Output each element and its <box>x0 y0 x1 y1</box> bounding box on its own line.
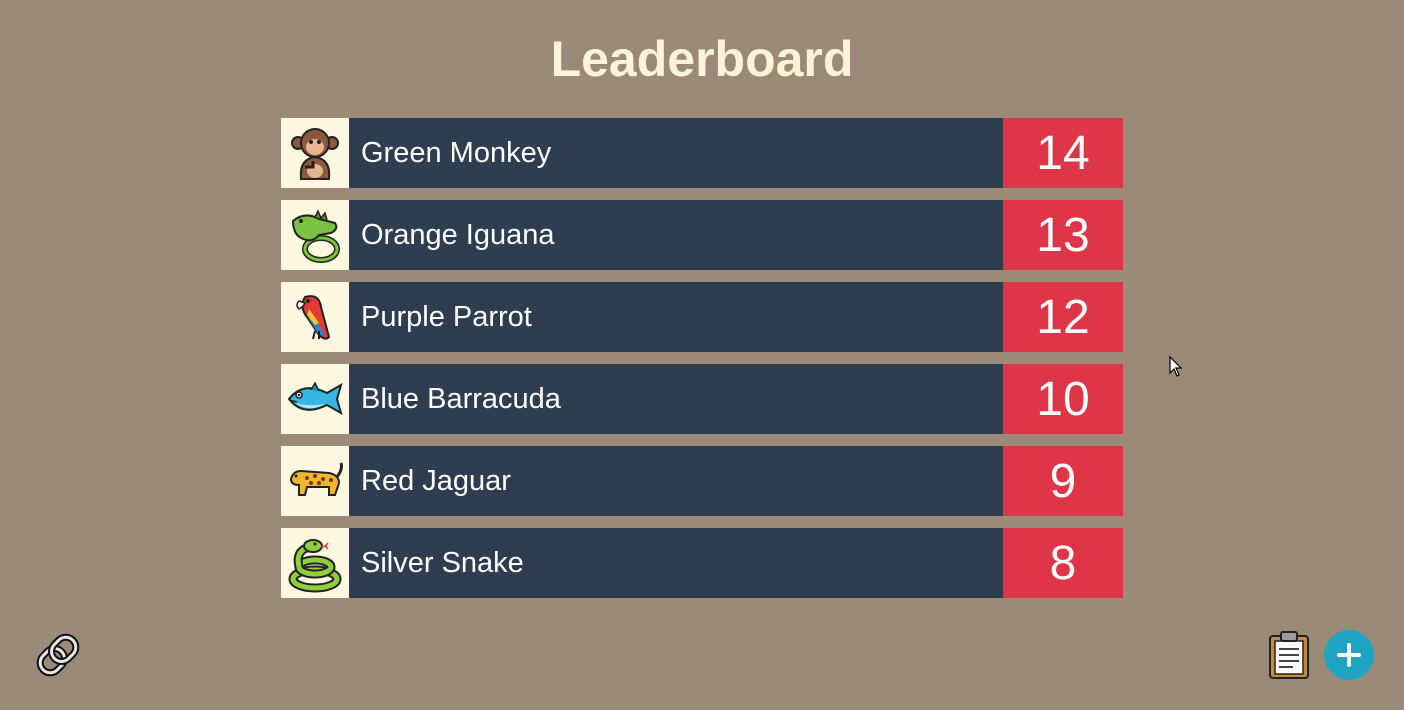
barracuda-icon <box>281 364 349 434</box>
leaderboard-row: Silver Snake 8 <box>281 528 1123 598</box>
link-icon[interactable] <box>33 630 83 680</box>
player-score: 9 <box>1003 446 1123 516</box>
player-name: Red Jaguar <box>361 464 511 497</box>
monkey-icon <box>281 118 349 188</box>
leaderboard-row: Orange Iguana 13 <box>281 200 1123 270</box>
player-name: Purple Parrot <box>361 300 532 333</box>
player-score: 14 <box>1003 118 1123 188</box>
clipboard-icon[interactable] <box>1266 630 1312 680</box>
player-score: 10 <box>1003 364 1123 434</box>
leaderboard-row: Purple Parrot 12 <box>281 282 1123 352</box>
iguana-icon <box>281 200 349 270</box>
player-name: Green Monkey <box>361 136 552 169</box>
player-name: Silver Snake <box>361 546 524 579</box>
jaguar-icon <box>281 446 349 516</box>
player-name: Blue Barracuda <box>361 382 561 415</box>
player-name: Orange Iguana <box>361 218 555 251</box>
leaderboard-row: Red Jaguar 9 <box>281 446 1123 516</box>
player-score: 13 <box>1003 200 1123 270</box>
player-score: 12 <box>1003 282 1123 352</box>
leaderboard-list: Green Monkey 14 Orange Iguana 13 Purple … <box>281 118 1123 610</box>
mouse-cursor <box>1169 355 1183 378</box>
leaderboard-row: Blue Barracuda 10 <box>281 364 1123 434</box>
snake-icon <box>281 528 349 598</box>
add-button[interactable] <box>1324 630 1374 680</box>
player-score: 8 <box>1003 528 1123 598</box>
plus-icon <box>1337 643 1361 667</box>
leaderboard-row: Green Monkey 14 <box>281 118 1123 188</box>
page-title: Leaderboard <box>550 31 854 87</box>
parrot-icon <box>281 282 349 352</box>
